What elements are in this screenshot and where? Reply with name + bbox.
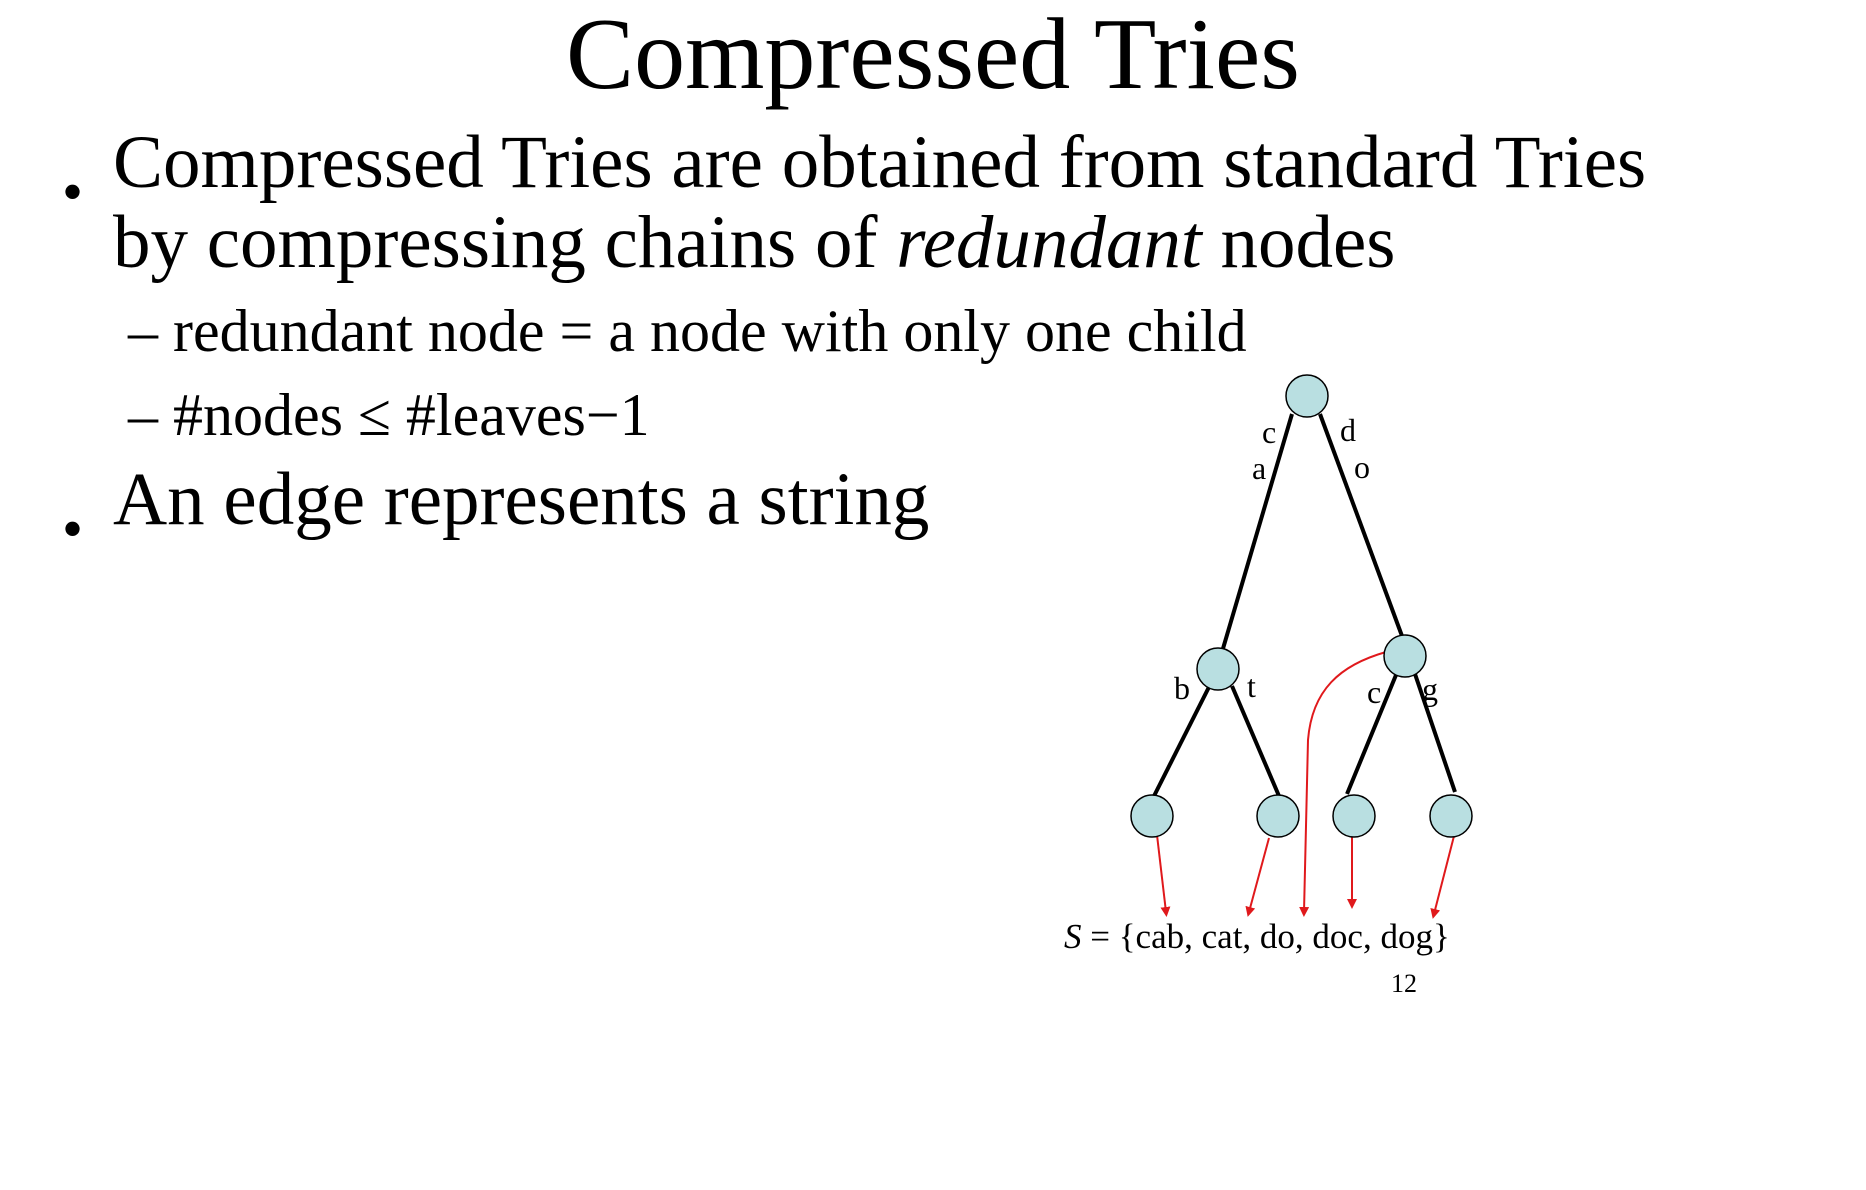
edge-label-b: b — [1174, 670, 1190, 706]
trie-leaf-dog — [1429, 794, 1473, 838]
set-variable: S — [1064, 917, 1082, 956]
edge-label-a: a — [1252, 450, 1266, 486]
string-set-caption: S = {cab, cat, do, doc, dog} — [1064, 917, 1450, 956]
edge-label-d: d — [1340, 412, 1356, 448]
arrow-cat — [1245, 837, 1270, 917]
edge-label-o: o — [1354, 449, 1370, 485]
trie-leaf-doc — [1332, 794, 1376, 838]
trie-node-root — [1285, 374, 1329, 418]
trie-node-do — [1383, 634, 1427, 678]
trie-node-ca — [1196, 647, 1240, 691]
arrow-cab — [1156, 834, 1171, 917]
arrow-dog — [1430, 835, 1455, 919]
edge-label-t: t — [1247, 668, 1256, 704]
compressed-trie-diagram: c a d o b t c g S = {cab, cat, do, doc, … — [1064, 374, 1473, 998]
set-body: {cab, cat, do, doc, dog} — [1119, 917, 1450, 956]
edge-label-g: g — [1422, 671, 1438, 707]
set-equals: = — [1082, 917, 1119, 956]
page-number: 12 — [1391, 969, 1417, 998]
trie-leaf-cab — [1130, 794, 1174, 838]
edge-label-c: c — [1262, 414, 1276, 450]
edge-root-right — [1318, 413, 1404, 637]
edge-label-c2: c — [1367, 674, 1381, 710]
trie-leaf-cat — [1256, 794, 1300, 838]
